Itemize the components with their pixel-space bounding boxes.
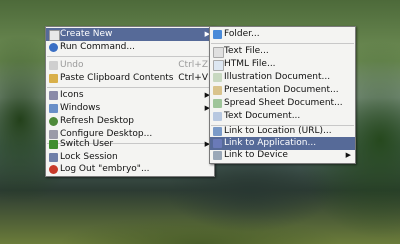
illustration-icon bbox=[213, 73, 222, 82]
menu-item-label: Icons bbox=[60, 90, 84, 100]
menu-item-refresh-desktop[interactable]: Refresh Desktop bbox=[46, 115, 214, 128]
separator bbox=[47, 56, 213, 57]
text-document-icon bbox=[213, 112, 222, 121]
menu-item-label: Switch User bbox=[60, 139, 114, 149]
menu-item-label: Log Out "embryo"... bbox=[60, 164, 150, 174]
menu-item-label: Illustration Document... bbox=[224, 72, 331, 82]
menu-item-undo[interactable]: Undo Ctrl+Z bbox=[46, 59, 214, 72]
icons-icon bbox=[49, 91, 58, 100]
menu-item-label: Create New bbox=[60, 29, 113, 39]
link-url-icon bbox=[213, 127, 222, 136]
link-app-icon bbox=[213, 139, 222, 148]
menu-item-label: HTML File... bbox=[224, 59, 276, 69]
menu-item-link-device[interactable]: Link to Device ▶ bbox=[210, 149, 355, 162]
menu-item-label: Spread Sheet Document... bbox=[224, 98, 343, 108]
menu-item-run-command[interactable]: Run Command... bbox=[46, 41, 214, 54]
folder-new-icon bbox=[49, 30, 60, 41]
menu-item-label: Windows bbox=[60, 103, 101, 113]
shortcut-label: Ctrl+Z bbox=[178, 60, 208, 70]
run-icon bbox=[49, 43, 58, 52]
menu-item-text-document[interactable]: Text Document... bbox=[210, 110, 355, 123]
menu-item-label: Folder... bbox=[224, 29, 260, 39]
folder-icon bbox=[213, 30, 222, 39]
menu-item-label: Undo bbox=[60, 60, 84, 70]
presentation-icon bbox=[213, 86, 222, 95]
menu-item-log-out[interactable]: Log Out "embryo"... bbox=[46, 163, 214, 176]
menu-item-html-file[interactable]: HTML File... bbox=[210, 58, 355, 71]
menu-item-switch-user[interactable]: Switch User ▶ bbox=[46, 138, 214, 151]
separator bbox=[47, 87, 213, 88]
windows-icon bbox=[49, 104, 58, 113]
menu-item-illustration[interactable]: Illustration Document... bbox=[210, 71, 355, 84]
spreadsheet-icon bbox=[213, 99, 222, 108]
menu-item-label: Text Document... bbox=[224, 111, 301, 121]
menu-item-text-file[interactable]: Text File... bbox=[210, 45, 355, 58]
undo-icon bbox=[49, 61, 58, 70]
html-file-icon bbox=[213, 60, 224, 71]
menu-item-label: Run Command... bbox=[60, 42, 135, 52]
submenu-arrow-icon: ▶ bbox=[345, 151, 351, 159]
desktop-context-menu: Create New ▶ Run Command... Undo Ctrl+Z … bbox=[45, 26, 215, 177]
create-new-submenu: Folder... Text File... HTML File... Illu… bbox=[209, 26, 356, 164]
menu-item-windows[interactable]: Windows ▶ bbox=[46, 102, 214, 115]
logout-icon bbox=[49, 165, 58, 174]
menu-item-folder[interactable]: Folder... bbox=[210, 28, 355, 41]
text-file-icon bbox=[213, 47, 224, 58]
menu-item-label: Text File... bbox=[224, 46, 269, 56]
menu-item-spreadsheet[interactable]: Spread Sheet Document... bbox=[210, 97, 355, 110]
menu-item-create-new[interactable]: Create New ▶ bbox=[46, 28, 214, 41]
shortcut-label: Ctrl+V bbox=[178, 73, 208, 83]
paste-icon bbox=[49, 74, 58, 83]
menu-item-presentation[interactable]: Presentation Document... bbox=[210, 84, 355, 97]
menu-item-label: Link to Device bbox=[224, 150, 288, 160]
menu-item-label: Refresh Desktop bbox=[60, 116, 134, 126]
separator bbox=[211, 43, 354, 44]
menu-item-icons[interactable]: Icons ▶ bbox=[46, 89, 214, 102]
switch-user-icon bbox=[49, 140, 58, 149]
refresh-icon bbox=[49, 117, 58, 126]
menu-item-paste[interactable]: Paste Clipboard Contents Ctrl+V bbox=[46, 72, 214, 85]
lock-icon bbox=[49, 153, 58, 162]
device-icon bbox=[213, 151, 222, 160]
menu-item-label: Paste Clipboard Contents bbox=[60, 73, 174, 83]
menu-item-label: Presentation Document... bbox=[224, 85, 339, 95]
